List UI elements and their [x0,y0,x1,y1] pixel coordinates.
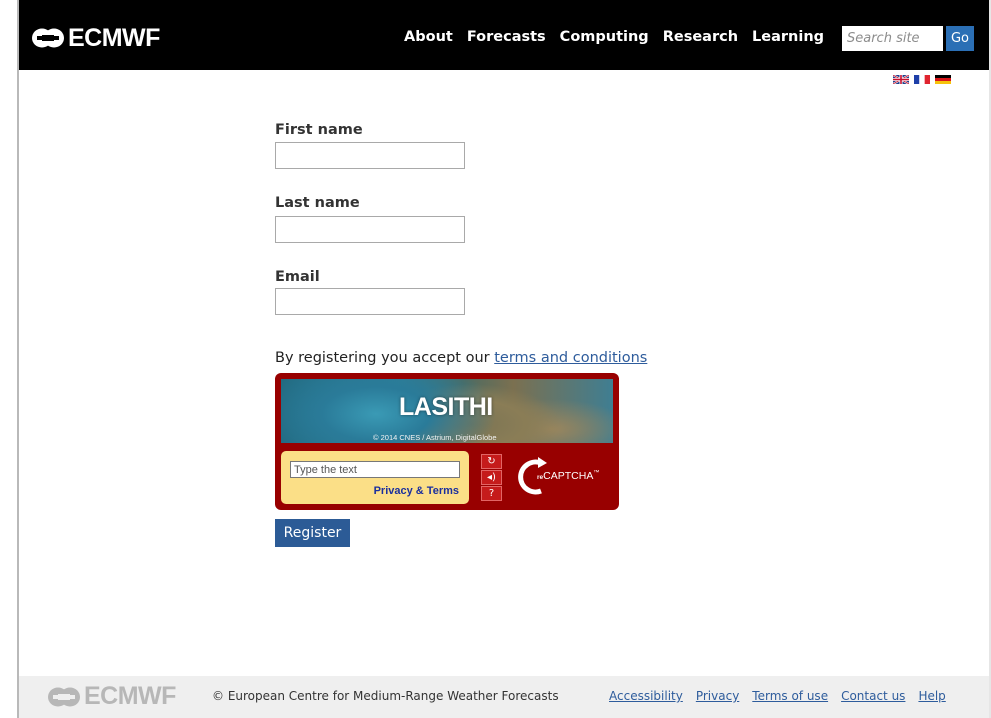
first-name-label: First name [275,122,363,138]
language-selector [893,75,951,84]
nav-learning[interactable]: Learning [752,29,824,45]
nav-computing[interactable]: Computing [560,29,649,45]
nav-research[interactable]: Research [663,29,738,45]
main-nav: About Forecasts Computing Research Learn… [404,29,838,45]
footer-link-help[interactable]: Help [918,689,945,703]
logo-text: ECMWF [68,23,160,52]
footer-logo[interactable]: ECMWF [47,682,176,710]
footer-link-privacy[interactable]: Privacy [696,689,739,703]
footer-copyright: © European Centre for Medium-Range Weath… [212,689,559,703]
captcha-reload-icon[interactable]: ↻ [481,454,502,469]
register-button[interactable]: Register [275,519,350,547]
captcha-help-icon[interactable]: ? [481,486,502,501]
email-label: Email [275,269,320,285]
nav-forecasts[interactable]: Forecasts [467,29,546,45]
captcha-image-credit: © 2014 CNES / Astrium, DigitalGlobe [373,433,497,442]
recaptcha-brand: reCAPTCHA™ [537,470,599,482]
window-left-border [17,0,19,718]
footer-link-accessibility[interactable]: Accessibility [609,689,683,703]
footer-links: Accessibility Privacy Terms of use Conta… [609,689,959,703]
footer-logo-text: ECMWF [84,682,176,710]
terms-notice: By registering you accept our terms and … [275,350,647,366]
footer-link-terms-of-use[interactable]: Terms of use [752,689,828,703]
last-name-label: Last name [275,195,360,211]
recaptcha-widget: LASITHI © 2014 CNES / Astrium, DigitalGl… [275,373,619,510]
france-flag-icon[interactable] [914,75,930,84]
email-field[interactable] [275,288,465,315]
footer-link-contact-us[interactable]: Contact us [841,689,905,703]
uk-flag-icon[interactable] [893,75,909,84]
captcha-image: LASITHI © 2014 CNES / Astrium, DigitalGl… [281,379,613,443]
recaptcha-trademark: ™ [593,470,600,476]
site-footer: ECMWF © European Centre for Medium-Range… [19,676,989,718]
nav-about[interactable]: About [404,29,453,45]
search-input[interactable] [842,26,943,51]
search-go-button[interactable]: Go [946,26,974,51]
terms-prefix: By registering you accept our [275,350,495,366]
last-name-field[interactable] [275,216,465,243]
germany-flag-icon[interactable] [935,75,951,84]
footer-logo-icon [48,687,80,706]
captcha-audio-icon[interactable]: ◂) [481,470,502,485]
captcha-response-input[interactable] [290,461,460,478]
site-header: ECMWF About Forecasts Computing Research… [19,0,989,70]
ecmwf-logo[interactable]: ECMWF [31,24,160,52]
recaptcha-brand-name: CAPTCHA [543,470,594,482]
terms-link[interactable]: terms and conditions [494,350,647,366]
captcha-challenge-word: LASITHI [399,393,493,421]
first-name-field[interactable] [275,142,465,169]
captcha-input-panel: Privacy & Terms [281,451,469,504]
ecmwf-logo-icon [32,28,64,48]
captcha-privacy-terms-link[interactable]: Privacy & Terms [374,485,459,497]
